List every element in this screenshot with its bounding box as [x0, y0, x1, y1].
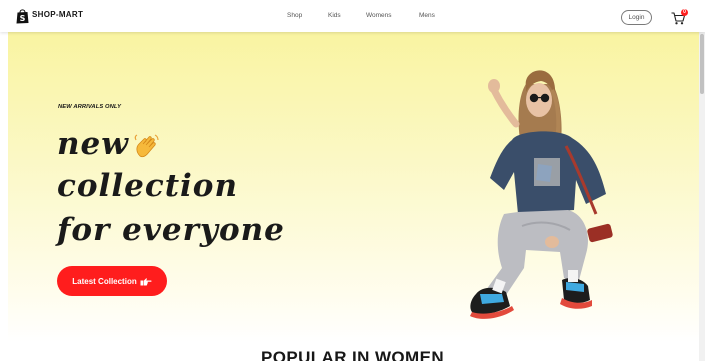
latest-collection-button[interactable]: Latest Collection [57, 266, 167, 296]
cta-label: Latest Collection [72, 276, 137, 286]
hero-headline-line-2: collection [57, 168, 239, 204]
waving-hand-icon [134, 134, 159, 158]
scrollbar-thumb[interactable] [700, 34, 704, 94]
nav-item-womens[interactable]: Womens [366, 12, 392, 19]
nav-item-mens[interactable]: Mens [419, 12, 435, 19]
hero-headline-line-1: new [57, 126, 129, 162]
hero-headline-line-3: for everyone [57, 212, 285, 248]
section-title-popular: POPULAR IN WOMEN [260, 348, 444, 361]
nav-item-shop[interactable]: Shop [287, 12, 302, 19]
hero-tagline: NEW ARRIVALS ONLY [58, 104, 122, 110]
cart-button[interactable]: 0 [671, 9, 689, 25]
hero-model-image [470, 70, 613, 319]
cart-count-badge: 0 [681, 9, 688, 16]
navbar: S SHOP-MART Shop Kids Womens Mens Login … [0, 0, 705, 32]
hero-section: NEW ARRIVALS ONLY new collection for eve… [8, 32, 700, 342]
nav-item-kids[interactable]: Kids [328, 12, 341, 19]
pointing-hand-icon [140, 277, 152, 285]
page-scrollbar[interactable] [699, 32, 705, 361]
main-nav: Shop Kids Womens Mens [0, 12, 705, 24]
page: S SHOP-MART Shop Kids Womens Mens Login … [0, 0, 705, 361]
login-button[interactable]: Login [621, 10, 652, 25]
